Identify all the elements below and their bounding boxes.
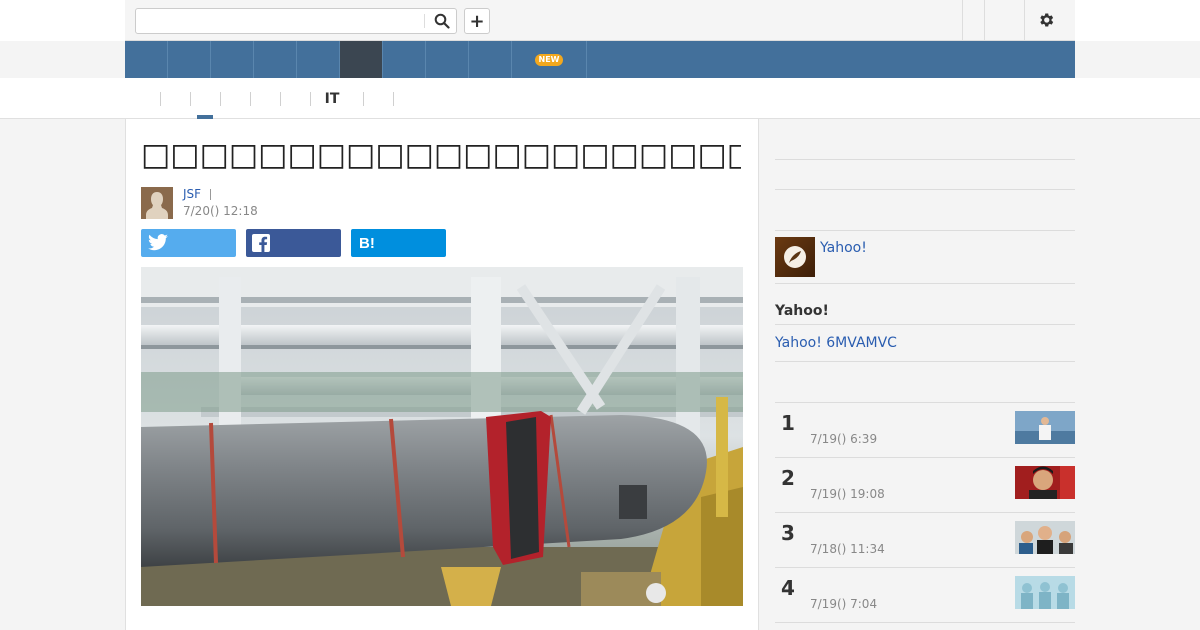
ranking-number: 4 (781, 576, 795, 600)
author-separator (210, 189, 211, 200)
toolbar-divider (1024, 0, 1025, 40)
twitter-icon (148, 234, 168, 251)
subnav-item-it[interactable]: IT (318, 86, 346, 112)
gear-icon (1040, 13, 1054, 27)
sidebar-divider (775, 324, 1075, 325)
ranking-item[interactable]: 4 7/19() 7:04 (775, 567, 1075, 622)
toolbar-divider (984, 0, 985, 40)
nav-tab[interactable] (297, 41, 340, 78)
nav-tab[interactable] (125, 41, 168, 78)
hatena-bookmark-icon: B! (359, 234, 375, 252)
subnav-separator (393, 92, 394, 106)
facebook-icon (252, 234, 270, 252)
thumbnail-image (1015, 576, 1075, 609)
sidebar: Yahoo! Yahoo! Yahoo! 6MVAMVC 1 7/19() 6:… (759, 119, 1075, 630)
article-timestamp: 7/20() 12:18 (183, 204, 258, 218)
author-name-link[interactable]: JSF (183, 187, 201, 201)
subnav-separator (250, 92, 251, 106)
share-facebook-button[interactable] (246, 229, 341, 257)
subnav-item[interactable] (252, 86, 278, 112)
plus-icon: + (469, 10, 485, 32)
ranking-item[interactable]: 3 7/18() 11:34 (775, 512, 1075, 567)
nav-tab[interactable] (168, 41, 211, 78)
search-input[interactable] (136, 9, 424, 33)
ranking-thumbnail (1015, 411, 1075, 444)
thumbnail-image (1015, 521, 1075, 554)
sidebar-sublink[interactable]: Yahoo! 6MVAMVC (775, 335, 897, 351)
sidebar-divider (775, 283, 1075, 284)
toolbar-divider (962, 0, 963, 40)
ranking-time: 7/19() 19:08 (810, 487, 885, 501)
ranking-number: 2 (781, 466, 795, 490)
add-button[interactable]: + (464, 8, 490, 34)
ranking-thumbnail (1015, 576, 1075, 609)
subnav-item-active[interactable] (193, 86, 217, 112)
search-button[interactable] (428, 9, 456, 33)
search-divider (424, 14, 425, 28)
sidebar-divider (775, 189, 1075, 190)
torpedo-photo (141, 267, 743, 606)
ranking-number: 3 (781, 521, 795, 545)
feather-icon (784, 246, 806, 268)
thumbnail-image (1015, 411, 1075, 444)
article: □□□□□□□□□□□□□□□□□□□□□□□□□□□□□□□□□□□□□□□□… (125, 119, 759, 630)
thumbnail-image (1015, 466, 1075, 499)
nav-tab[interactable] (254, 41, 297, 78)
new-badge: NEW (534, 53, 564, 66)
ranking-number: 1 (781, 411, 795, 435)
ranking-time: 7/18() 11:34 (810, 542, 885, 556)
author-avatar[interactable] (141, 187, 173, 219)
nav-tab[interactable] (211, 41, 254, 78)
yahoo-author-link[interactable]: Yahoo! (820, 240, 867, 256)
subnav-separator (220, 92, 221, 106)
ranking-time: 7/19() 7:04 (810, 597, 878, 611)
yahoo-author-icon[interactable] (775, 237, 815, 277)
nav-tab[interactable] (469, 41, 512, 78)
top-bar: + (0, 0, 1200, 41)
subnav-separator (280, 92, 281, 106)
sidebar-heading: Yahoo! (775, 303, 829, 319)
article-headline: □□□□□□□□□□□□□□□□□□□□□□□□□□□□□□□□□□□□□□□□… (141, 137, 741, 173)
subnav-separator (310, 92, 311, 106)
nav-tab[interactable] (383, 41, 426, 78)
article-image[interactable] (141, 267, 743, 606)
subnav-separator (190, 92, 191, 106)
author-silhouette-icon (141, 187, 173, 219)
settings-button[interactable] (1028, 8, 1064, 32)
search-box (135, 8, 457, 34)
nav-tab-active[interactable] (340, 41, 383, 78)
sidebar-divider (775, 159, 1075, 160)
sidebar-divider (775, 622, 1075, 623)
nav-tab-new[interactable]: NEW (512, 41, 587, 78)
category-nav: NEW (125, 41, 1075, 78)
subnav-separator (363, 92, 364, 106)
ranking-time: 7/19() 6:39 (810, 432, 878, 446)
subnav-separator (160, 92, 161, 106)
top-bar-inner: + (125, 0, 1075, 41)
sub-nav: IT (0, 78, 1200, 119)
search-icon (434, 13, 450, 29)
share-hatena-button[interactable]: B! (351, 229, 446, 257)
share-twitter-button[interactable] (141, 229, 236, 257)
subnav-item-label: IT (324, 91, 340, 107)
ranking-item[interactable]: 1 7/19() 6:39 (775, 402, 1075, 457)
ranking-thumbnail (1015, 466, 1075, 499)
ranking-thumbnail (1015, 521, 1075, 554)
sidebar-divider (775, 230, 1075, 231)
ranking-item[interactable]: 2 7/19() 19:08 (775, 457, 1075, 512)
nav-tab[interactable] (426, 41, 469, 78)
sidebar-divider (775, 361, 1075, 362)
